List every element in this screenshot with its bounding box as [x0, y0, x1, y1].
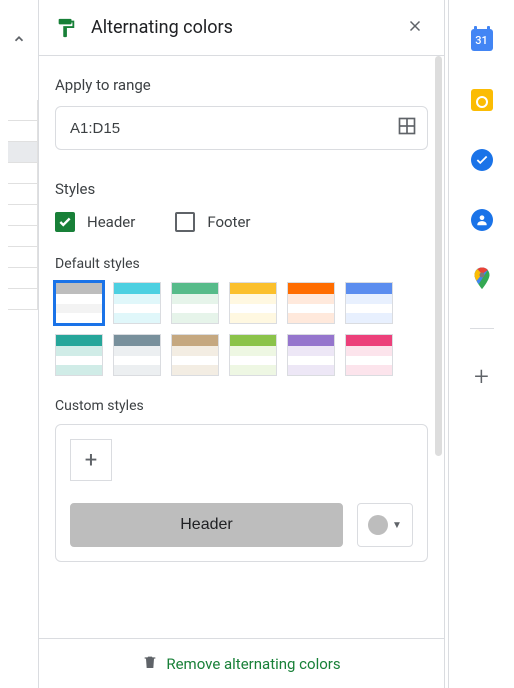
side-panel-rail: 31 + [448, 0, 514, 688]
chevron-down-icon: ▼ [392, 520, 402, 531]
header-checkbox-label: Header [87, 213, 135, 231]
contacts-icon[interactable] [470, 208, 494, 232]
style-swatch-0[interactable] [55, 282, 103, 324]
custom-header-button[interactable]: Header [70, 503, 343, 547]
styles-label: Styles [55, 180, 428, 198]
checkbox-checked-icon [55, 212, 75, 232]
add-on-plus-icon[interactable]: + [470, 365, 494, 389]
header-checkbox[interactable]: Header [55, 212, 135, 232]
panel-body: Apply to range Styles Header Footer [39, 56, 444, 638]
color-circle-icon [368, 515, 388, 535]
maps-icon[interactable] [470, 268, 494, 292]
panel-header: Alternating colors [39, 0, 444, 56]
tasks-icon[interactable] [470, 148, 494, 172]
custom-styles-box: + Header ▼ [55, 424, 428, 562]
rail-separator [470, 328, 494, 329]
custom-styles-label: Custom styles [55, 398, 428, 414]
style-swatch-11[interactable] [345, 334, 393, 376]
footer-checkbox-label: Footer [207, 213, 250, 231]
style-swatch-5[interactable] [345, 282, 393, 324]
default-style-swatches [55, 282, 428, 376]
style-swatch-8[interactable] [171, 334, 219, 376]
custom-header-color-picker[interactable]: ▼ [357, 503, 413, 547]
footer-checkbox[interactable]: Footer [175, 212, 250, 232]
panel-title: Alternating colors [91, 17, 388, 38]
close-icon[interactable] [402, 13, 428, 43]
default-styles-label: Default styles [55, 256, 428, 272]
apply-range-label: Apply to range [55, 76, 428, 94]
checkbox-unchecked-icon [175, 212, 195, 232]
style-swatch-9[interactable] [229, 334, 277, 376]
style-swatch-2[interactable] [171, 282, 219, 324]
paint-format-icon [55, 17, 77, 39]
keep-icon[interactable] [470, 88, 494, 112]
alternating-colors-panel: Alternating colors Apply to range Styles [38, 0, 445, 688]
calendar-icon[interactable]: 31 [470, 28, 494, 52]
range-input-wrapper[interactable] [55, 106, 428, 150]
collapse-chevron-icon[interactable] [8, 28, 30, 50]
spreadsheet-edge [0, 0, 38, 688]
range-input[interactable] [70, 120, 397, 137]
remove-alternating-colors-button[interactable]: Remove alternating colors [39, 638, 444, 688]
trash-icon [142, 654, 158, 674]
style-swatch-1[interactable] [113, 282, 161, 324]
style-swatch-6[interactable] [55, 334, 103, 376]
add-custom-style-button[interactable]: + [70, 439, 112, 481]
style-swatch-3[interactable] [229, 282, 277, 324]
remove-label: Remove alternating colors [166, 655, 340, 673]
style-swatch-4[interactable] [287, 282, 335, 324]
style-swatch-10[interactable] [287, 334, 335, 376]
select-range-icon[interactable] [397, 116, 417, 140]
style-swatch-7[interactable] [113, 334, 161, 376]
sheet-row-headers [0, 100, 38, 310]
